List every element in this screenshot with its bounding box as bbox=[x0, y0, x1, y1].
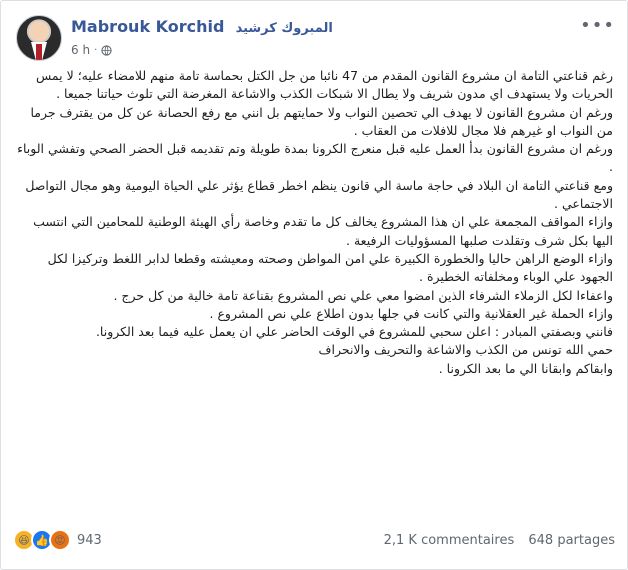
post-time[interactable]: 6 h bbox=[71, 43, 90, 57]
post-paragraph: ورغم ان مشروع القانون بدأ العمل عليه قبل… bbox=[17, 141, 613, 175]
reactions-summary[interactable]: 😆 👍 😡 943 bbox=[13, 529, 102, 551]
avatar-tie bbox=[36, 44, 42, 60]
post-paragraph: وابقاكم وابقانا الي ما بعد الكرونا . bbox=[438, 360, 613, 376]
post-header: Mabrouk Korchid المبروك كرشيد 6 h · ••• bbox=[13, 11, 615, 61]
post-footer: 😆 👍 😡 943 2,1 K commentaires 648 partage… bbox=[13, 525, 615, 555]
post-paragraph: ورغم ان مشروع القانون لا يهدف الي تحصين … bbox=[30, 104, 613, 138]
meta-separator: · bbox=[94, 44, 98, 56]
post-text: رغم قناعتي التامة ان مشروع القانون المقد… bbox=[15, 67, 613, 378]
globe-icon[interactable] bbox=[101, 44, 112, 56]
post-paragraph: واعفاءا لكل الزملاء الشرفاء الذين امضوا … bbox=[113, 287, 613, 303]
engagement-stats: 2,1 K commentaires 648 partages bbox=[374, 533, 615, 548]
author-name[interactable]: Mabrouk Korchid bbox=[71, 17, 224, 36]
post-paragraph: رغم قناعتي التامة ان مشروع القانون المقد… bbox=[35, 68, 613, 102]
author-name-row: Mabrouk Korchid المبروك كرشيد bbox=[71, 17, 333, 36]
author-name-arabic[interactable]: المبروك كرشيد bbox=[236, 21, 333, 36]
reaction-count[interactable]: 943 bbox=[77, 533, 102, 548]
facebook-post: Mabrouk Korchid المبروك كرشيد 6 h · ••• … bbox=[0, 0, 628, 570]
angry-icon: 😡 bbox=[49, 529, 71, 551]
post-paragraph: وازاء المواقف المجمعة علي ان هذا المشروع… bbox=[33, 214, 613, 248]
post-paragraph: ومع قناعتي التامة ان البلاد في حاجة ماسة… bbox=[25, 177, 613, 212]
post-paragraph: حمي الله تونس من الكذب والاشاعة والتحريف… bbox=[318, 342, 613, 358]
post-paragraph: وازاء الوضع الراهن حاليا والخطورة الكبير… bbox=[47, 250, 613, 285]
more-options-icon[interactable]: ••• bbox=[580, 15, 615, 36]
shares-count[interactable]: 648 partages bbox=[528, 533, 615, 548]
comments-count[interactable]: 2,1 K commentaires bbox=[384, 533, 515, 548]
post-meta: 6 h · bbox=[71, 43, 112, 57]
post-paragraph: وازاء الحملة غير العقلانية والتي كانت في… bbox=[209, 305, 614, 321]
author-avatar[interactable] bbox=[16, 15, 62, 61]
post-paragraph: فانني وبصفتي المبادر : اعلن سحبي للمشروع… bbox=[95, 324, 613, 340]
